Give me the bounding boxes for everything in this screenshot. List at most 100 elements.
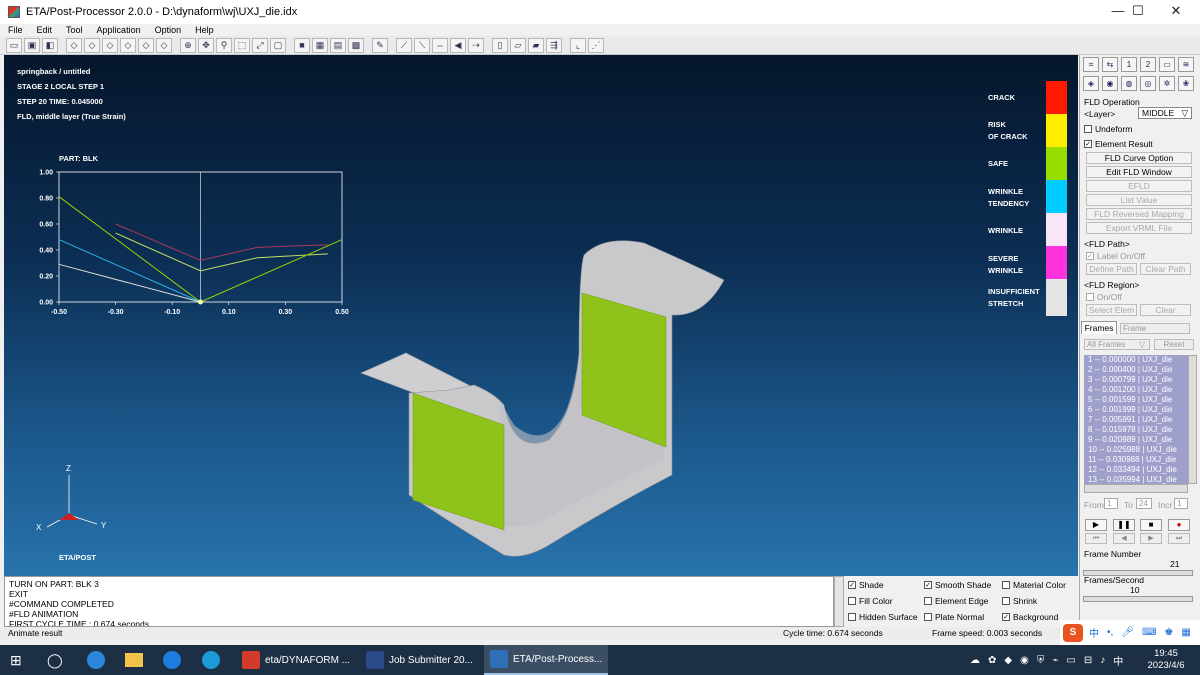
network-icon[interactable]: ⊟ bbox=[1084, 655, 1092, 666]
taskbar-app-dynaform[interactable]: eta/DYNAFORM ... bbox=[236, 645, 352, 675]
wave-icon[interactable]: ≋ bbox=[1178, 57, 1194, 72]
ime-logo-icon[interactable]: S bbox=[1063, 623, 1083, 642]
circle-op-icon[interactable]: ◎ bbox=[1140, 76, 1156, 91]
all-frames-select[interactable]: All Frames ▽ bbox=[1084, 339, 1150, 350]
edit-fld-window-button[interactable]: Edit FLD Window bbox=[1086, 166, 1192, 178]
flower-icon[interactable]: ❀ bbox=[1178, 76, 1194, 91]
contour-op-icon[interactable]: ◉ bbox=[1102, 76, 1118, 91]
section-icon[interactable]: ◀ bbox=[450, 37, 466, 53]
shield-icon[interactable]: ⛨ bbox=[1037, 655, 1045, 666]
vector-icon[interactable]: ⇶ bbox=[546, 37, 562, 53]
view-iso-icon[interactable]: ◇ bbox=[66, 37, 82, 53]
background-option[interactable]: ✓ Background bbox=[1002, 612, 1058, 622]
taskbar-clock[interactable]: 19:45 2023/4/6 bbox=[1132, 648, 1200, 672]
pin-app-icon[interactable] bbox=[163, 645, 181, 675]
list-item[interactable]: 4 -- 0.001200 | UXJ_die bbox=[1084, 385, 1188, 395]
region-onoff-checkbox[interactable] bbox=[1086, 293, 1094, 301]
save-file-icon[interactable]: ▣ bbox=[24, 37, 40, 53]
close-button[interactable]: ✕ bbox=[1156, 0, 1196, 24]
list-item[interactable]: 5 -- 0.001599 | UXJ_die bbox=[1084, 395, 1188, 405]
element-edge-checkbox[interactable] bbox=[924, 597, 932, 605]
usb-icon[interactable]: ⌁ bbox=[1052, 655, 1058, 666]
fld-icon[interactable]: ⋰ bbox=[588, 37, 604, 53]
volume-icon[interactable]: ♪ bbox=[1100, 655, 1105, 666]
list-item[interactable]: 2 -- 0.000400 | UXJ_die bbox=[1084, 365, 1188, 375]
label-onoff-checkbox[interactable]: ✓ bbox=[1086, 252, 1094, 260]
list-item[interactable]: 12 -- 0.033494 | UXJ_die bbox=[1084, 465, 1188, 475]
material-color-checkbox[interactable] bbox=[1002, 581, 1010, 589]
prev-frame-button[interactable]: ◀ bbox=[1113, 533, 1135, 544]
arrow-icon[interactable]: ⇢ bbox=[468, 37, 484, 53]
shade-option[interactable]: ✓ Shade bbox=[848, 580, 884, 590]
node-icon[interactable]: ⟋ bbox=[396, 37, 412, 53]
view-left-icon[interactable]: ◇ bbox=[120, 37, 136, 53]
to-input[interactable]: 24 bbox=[1136, 498, 1152, 509]
zoom-window-icon[interactable]: ⬚ bbox=[234, 37, 250, 53]
label-onoff-option[interactable]: ✓ Label On/Off bbox=[1086, 251, 1145, 261]
define-path-button[interactable]: Define Path bbox=[1086, 263, 1137, 275]
microphone-icon[interactable]: 🎤︎ bbox=[1121, 627, 1134, 638]
menu-application[interactable]: Application bbox=[97, 25, 141, 35]
gear-icon[interactable]: ✲ bbox=[1159, 76, 1175, 91]
thickness-icon[interactable]: ▯ bbox=[492, 37, 508, 53]
eraser-icon[interactable]: ✎ bbox=[372, 37, 388, 53]
from-input[interactable]: 1 bbox=[1104, 498, 1118, 509]
shade-icon[interactable]: ■ bbox=[294, 37, 310, 53]
export-vrml-button[interactable]: Export VRML File bbox=[1086, 222, 1192, 234]
layer-select[interactable]: MIDDLE ▽ bbox=[1138, 107, 1192, 119]
list-item[interactable]: 3 -- 0.000799 | UXJ_die bbox=[1084, 375, 1188, 385]
shade-checkbox[interactable]: ✓ bbox=[848, 581, 856, 589]
frame-select[interactable]: Frame bbox=[1120, 323, 1190, 334]
pause-button[interactable]: ❚❚ bbox=[1113, 519, 1135, 531]
solid-icon[interactable]: ▩ bbox=[348, 37, 364, 53]
view-front-icon[interactable]: ◇ bbox=[102, 37, 118, 53]
incr-input[interactable]: 1 bbox=[1174, 498, 1188, 509]
cube-icon[interactable]: ▢ bbox=[270, 37, 286, 53]
view-right-icon[interactable]: ◇ bbox=[138, 37, 154, 53]
single-frame-icon[interactable]: 1 bbox=[1121, 57, 1137, 72]
file-explorer-icon[interactable] bbox=[125, 645, 143, 675]
hidden-line-icon[interactable]: ▤ bbox=[330, 37, 346, 53]
clear-path-button[interactable]: Clear Path bbox=[1140, 263, 1191, 275]
fld-op-icon[interactable]: ◈ bbox=[1083, 76, 1099, 91]
measure-icon[interactable]: ⇔ bbox=[432, 37, 448, 53]
menu-tool[interactable]: Tool bbox=[66, 25, 83, 35]
keyboard-icon[interactable]: ⌨︎ bbox=[1142, 627, 1156, 638]
console-scrollbar[interactable] bbox=[834, 576, 844, 627]
background-checkbox[interactable]: ✓ bbox=[1002, 613, 1010, 621]
graph-icon[interactable]: ⌞ bbox=[570, 37, 586, 53]
element-result-checkbox[interactable]: ✓ bbox=[1084, 140, 1092, 148]
record-button[interactable]: ● bbox=[1168, 519, 1190, 531]
menu-file[interactable]: File bbox=[8, 25, 23, 35]
undeform-checkbox[interactable] bbox=[1084, 125, 1092, 133]
start-button[interactable]: ⊞ bbox=[10, 645, 22, 675]
hidden-surface-checkbox[interactable] bbox=[848, 613, 856, 621]
search-icon[interactable]: ◯ bbox=[47, 645, 63, 675]
parts-icon[interactable]: ◧ bbox=[42, 37, 58, 53]
wechat-icon[interactable]: ◉ bbox=[1020, 655, 1029, 666]
flower-tray-icon[interactable]: ✿ bbox=[988, 655, 996, 666]
punctuation-icon[interactable]: •, bbox=[1107, 627, 1113, 638]
frame-list-scrollbar[interactable] bbox=[1188, 355, 1197, 484]
fringe-icon[interactable]: ▰ bbox=[528, 37, 544, 53]
material-color-option[interactable]: Material Color bbox=[1002, 580, 1066, 590]
smooth-shade-option[interactable]: ✓ Smooth Shade bbox=[924, 580, 991, 590]
frame-list[interactable]: 1 -- 0.000000 | UXJ_die 2 -- 0.000400 | … bbox=[1084, 355, 1188, 484]
plate-normal-option[interactable]: Plate Normal bbox=[924, 612, 984, 622]
language-icon[interactable]: 中 bbox=[1113, 653, 1123, 668]
stop-button[interactable]: ■ bbox=[1140, 519, 1162, 531]
hidden-surface-option[interactable]: Hidden Surface bbox=[848, 612, 918, 622]
smooth-shade-checkbox[interactable]: ✓ bbox=[924, 581, 932, 589]
tab-frames[interactable]: Frames bbox=[1081, 321, 1117, 334]
list-value-button[interactable]: List Value bbox=[1086, 194, 1192, 206]
app-tray-icon[interactable]: ◆ bbox=[1004, 655, 1012, 666]
fld-curve-option-button[interactable]: FLD Curve Option bbox=[1086, 152, 1192, 164]
region-onoff-option[interactable]: On/Off bbox=[1086, 292, 1122, 302]
deform-icon[interactable]: ⌗ bbox=[1083, 57, 1099, 72]
shrink-option[interactable]: Shrink bbox=[1002, 596, 1037, 606]
fit-icon[interactable]: ⤢ bbox=[252, 37, 268, 53]
view-bottom-icon[interactable]: ◇ bbox=[156, 37, 172, 53]
browser-icon[interactable] bbox=[202, 645, 220, 675]
list-item[interactable]: 8 -- 0.015978 | UXJ_die bbox=[1084, 425, 1188, 435]
grid-icon[interactable]: ▦ bbox=[1181, 627, 1190, 638]
